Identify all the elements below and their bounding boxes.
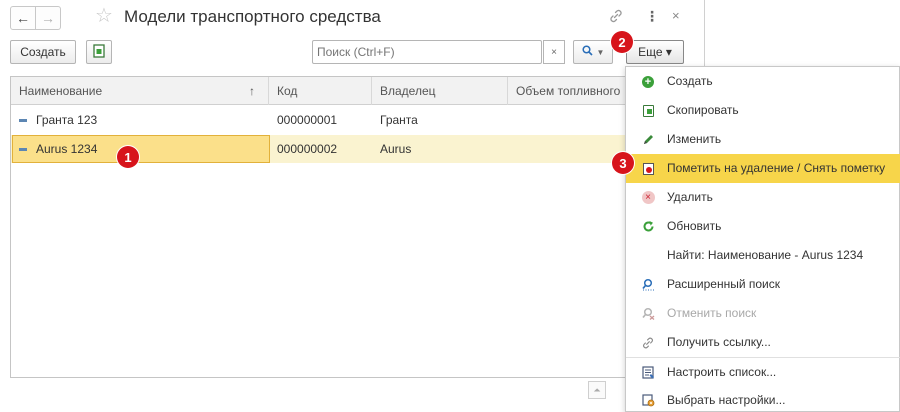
menu-item-refresh[interactable]: Обновить (626, 212, 900, 241)
search-button[interactable]: ▼ (573, 40, 613, 64)
search-clear-button[interactable]: × (543, 40, 565, 64)
cell-name[interactable]: Aurus 1234 (11, 135, 269, 163)
copy-button[interactable] (86, 40, 112, 64)
back-button[interactable]: ← (10, 6, 36, 30)
scroll-to-top-button[interactable]: ⏶ (588, 381, 606, 399)
column-header-name[interactable]: Наименование (11, 77, 269, 105)
more-vertical-icon[interactable]: ⋮ (645, 8, 659, 25)
sort-arrow-icon: ↑ (249, 84, 255, 98)
copy-icon (640, 96, 656, 125)
menu-item-find[interactable]: Найти: Наименование - Aurus 1234 (626, 241, 900, 270)
pencil-icon (640, 125, 656, 154)
table-row[interactable]: Гранта 123 000000001 Гранта (11, 106, 701, 134)
list-settings-icon (640, 358, 656, 387)
menu-item-cancel-search[interactable]: Отменить поиск (626, 299, 900, 328)
title-bar: ← → ☆ Модели транспортного средства ⋮ × (0, 0, 705, 40)
favorite-star-icon[interactable]: ☆ (95, 4, 113, 28)
copy-icon (93, 43, 105, 61)
delete-icon: × (640, 183, 656, 212)
menu-item-edit[interactable]: Изменить (626, 125, 900, 154)
menu-item-advanced-search[interactable]: Расширенный поиск (626, 270, 900, 299)
chevron-down-icon: ▼ (596, 47, 605, 57)
plus-circle-icon: + (640, 67, 656, 96)
menu-item-copy[interactable]: Скопировать (626, 96, 900, 125)
magnifier-icon (581, 45, 593, 59)
cell-code[interactable]: 000000002 (269, 135, 372, 163)
column-header-owner[interactable]: Владелец (372, 77, 508, 105)
item-marker-icon (19, 148, 27, 152)
refresh-icon (640, 212, 656, 241)
list-window: ← → ☆ Модели транспортного средства ⋮ × … (0, 0, 705, 412)
table-row-selected[interactable]: Aurus 1234 000000002 Aurus (11, 135, 701, 163)
forward-button[interactable]: → (35, 6, 61, 30)
scroll-up-icon: ⏶ (593, 384, 601, 395)
create-button[interactable]: Создать (10, 40, 76, 64)
menu-item-list-settings[interactable]: Настроить список... (626, 358, 900, 387)
cell-name[interactable]: Гранта 123 (11, 106, 269, 134)
cell-owner[interactable]: Aurus (372, 135, 508, 163)
item-marker-icon (19, 119, 27, 123)
search-input[interactable] (312, 40, 542, 64)
column-header-code[interactable]: Код (269, 77, 372, 105)
table-header: Наименование ↑ Код Владелец Объем топлив… (11, 77, 701, 105)
step-badge-2: 2 (611, 31, 633, 53)
cell-owner[interactable]: Гранта (372, 106, 508, 134)
arrow-right-icon: → (41, 10, 55, 26)
step-badge-3: 3 (612, 152, 634, 174)
page-title: Модели транспортного средства (124, 7, 381, 26)
link-icon (640, 328, 656, 357)
command-bar: Создать × ▼ Еще ▾ (0, 40, 705, 68)
cell-code[interactable]: 000000001 (269, 106, 372, 134)
select-settings-icon (640, 386, 656, 412)
arrow-left-icon: ← (16, 10, 30, 26)
clear-icon: × (551, 46, 557, 58)
link-icon[interactable] (608, 8, 624, 27)
list-table: Наименование ↑ Код Владелец Объем топлив… (10, 76, 702, 378)
step-badge-1: 1 (117, 146, 139, 168)
menu-item-select-settings[interactable]: Выбрать настройки... (626, 386, 900, 412)
close-icon[interactable]: × (672, 8, 680, 23)
menu-item-mark-deletion[interactable]: Пометить на удаление / Снять пометку (626, 154, 900, 183)
more-dropdown-menu: + Создать Скопировать Изменить Пометить … (625, 66, 900, 412)
menu-item-delete[interactable]: × Удалить (626, 183, 900, 212)
cancel-search-icon (640, 299, 656, 328)
menu-item-get-link[interactable]: Получить ссылку... (626, 328, 900, 357)
menu-item-create[interactable]: + Создать (626, 67, 900, 96)
advanced-search-icon (640, 270, 656, 299)
delete-mark-icon (640, 154, 656, 183)
more-button[interactable]: Еще ▾ (626, 40, 684, 64)
